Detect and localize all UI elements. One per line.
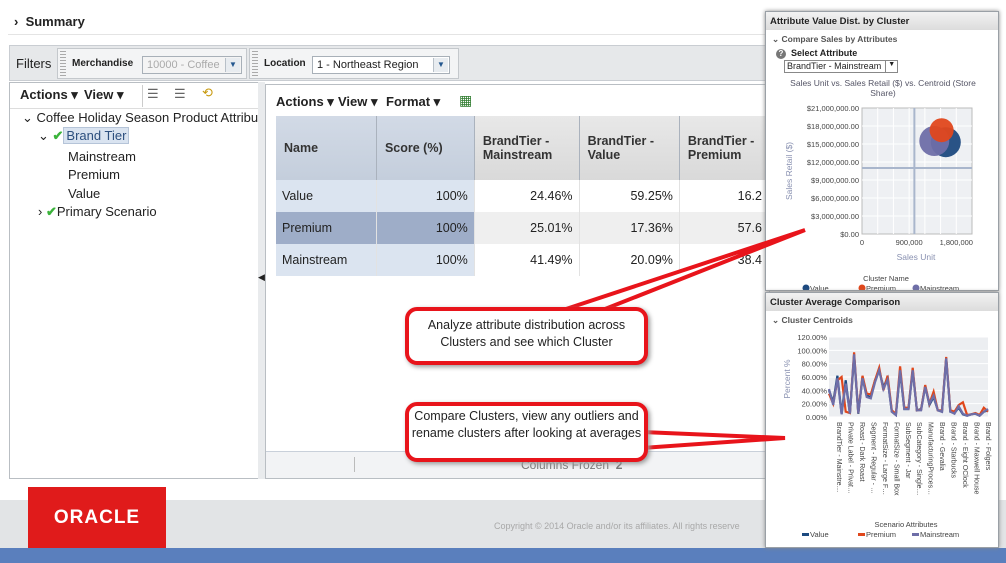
callout-pointer-2 [640, 429, 786, 451]
callout-pointer-1 [559, 228, 806, 313]
callout-compare: Compare Clusters, view any outliers and … [405, 402, 648, 462]
callout-analyze: Analyze attribute distribution across Cl… [405, 307, 648, 365]
callout-pointers [559, 228, 806, 451]
